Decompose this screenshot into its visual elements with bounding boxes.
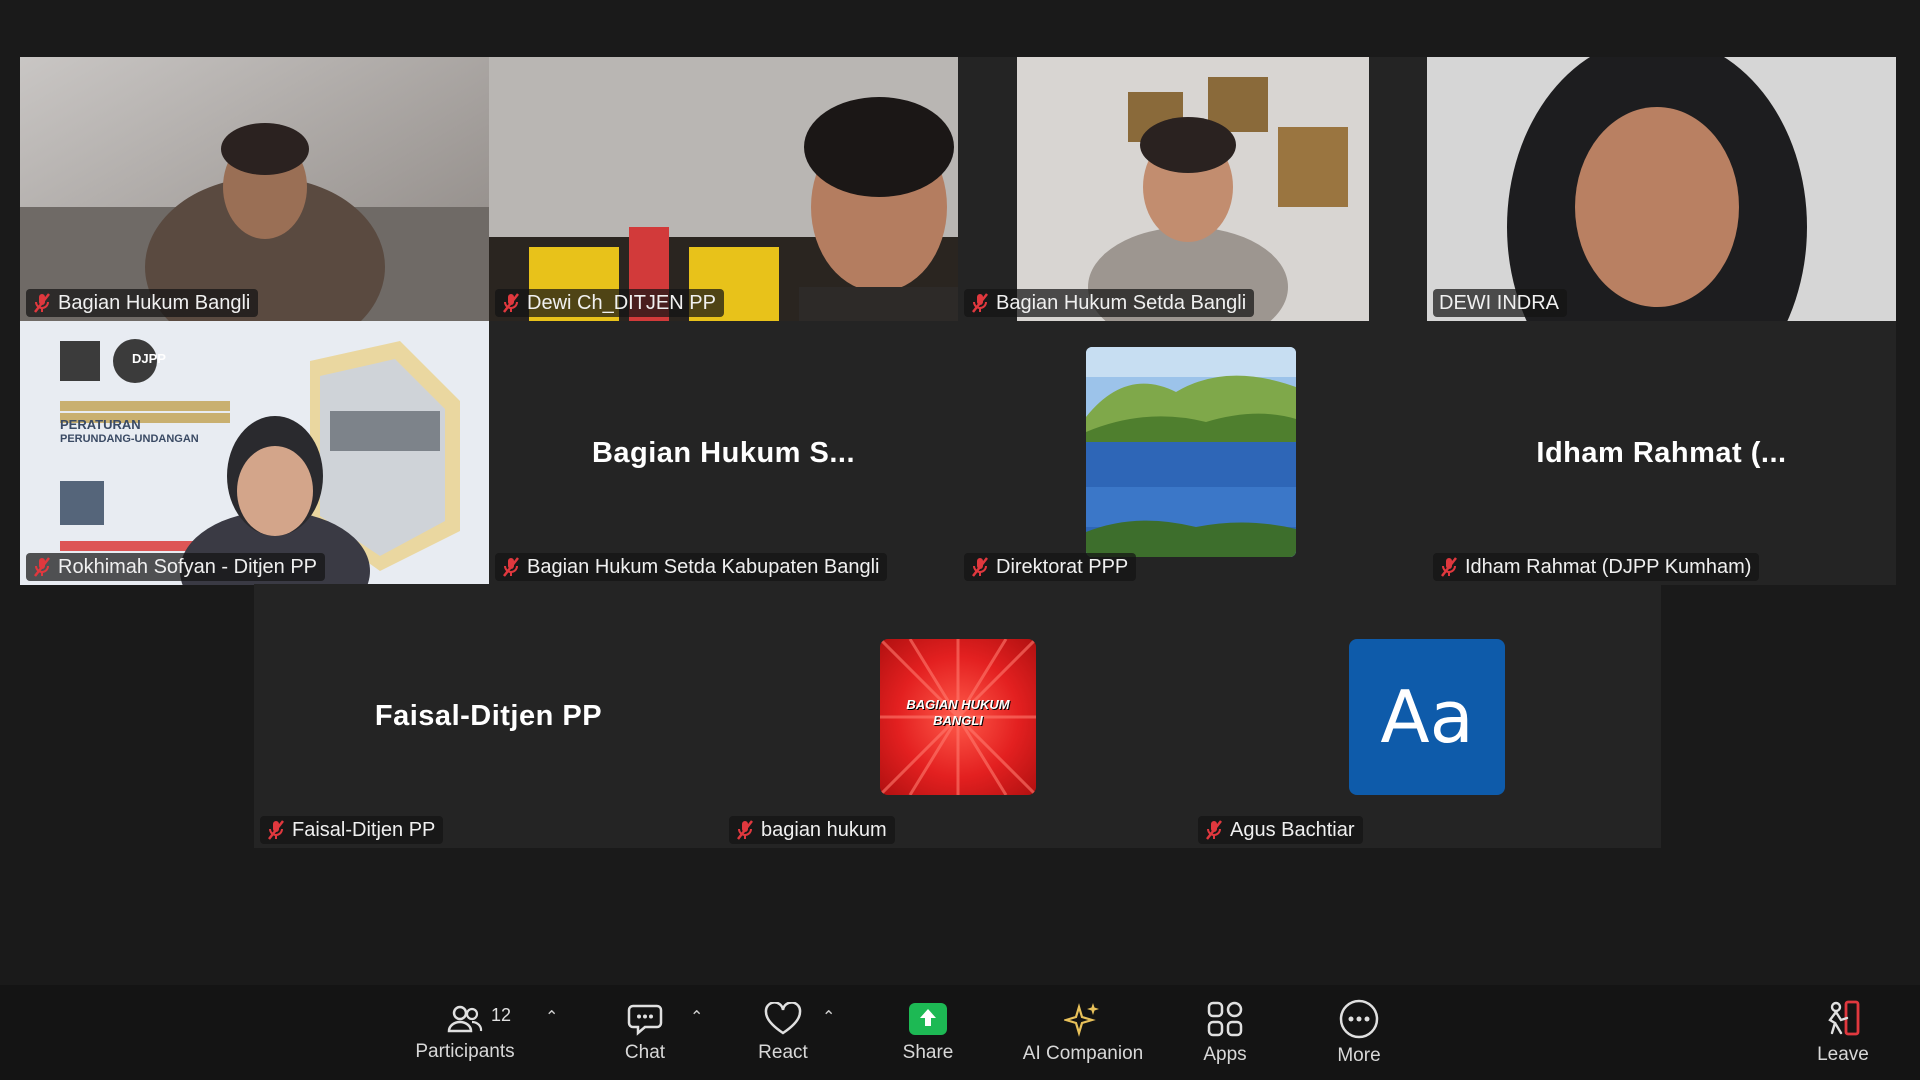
participant-name-tag: Bagian Hukum Setda Bangli <box>964 289 1255 317</box>
share-label: Share <box>902 1041 954 1063</box>
slide-title-line1: PERATURAN <box>60 417 141 432</box>
mic-muted-icon <box>34 557 50 577</box>
chat-icon <box>627 1004 663 1036</box>
participants-caret-icon[interactable]: ⌃ <box>545 1007 558 1027</box>
mic-muted-icon <box>972 293 988 313</box>
chat-caret-icon[interactable]: ⌃ <box>690 1007 703 1027</box>
participant-name-tag: bagian hukum <box>729 816 895 844</box>
slide-logo-text: DJPP <box>132 351 166 366</box>
ai-companion-button[interactable]: AI Companion <box>1013 985 1153 1080</box>
ai-companion-label: AI Companion <box>1022 1042 1144 1064</box>
participant-name: Bagian Hukum Bangli <box>58 291 251 314</box>
participant-name: Direktorat PPP <box>996 555 1129 578</box>
mic-muted-icon <box>34 293 50 313</box>
video-tile[interactable]: Dewi Ch_DITJEN PP <box>489 57 958 321</box>
participant-name: Rokhimah Sofyan - Ditjen PP <box>58 555 318 578</box>
apps-label: Apps <box>1203 1043 1247 1065</box>
profile-avatar: BAGIAN HUKUM BANGLI <box>880 639 1036 795</box>
video-tile-active-speaker[interactable]: DEWI INDRA <box>1427 57 1896 321</box>
meeting-toolbar: Participants 12 ⌃ Chat ⌃ React ⌃ Share A… <box>0 985 1920 1080</box>
avatar-text: Aa <box>1380 675 1474 759</box>
react-label: React <box>758 1041 808 1063</box>
participant-name-tag: Idham Rahmat (DJPP Kumham) <box>1433 553 1760 581</box>
participants-button[interactable]: Participants <box>405 985 525 1080</box>
mic-muted-icon <box>503 293 519 313</box>
react-caret-icon[interactable]: ⌃ <box>822 1007 835 1027</box>
video-feed <box>20 321 489 585</box>
leave-button[interactable]: Leave <box>1800 985 1886 1080</box>
mic-muted-icon <box>268 820 284 840</box>
video-feed <box>958 57 1427 321</box>
video-tile[interactable]: Bagian Hukum Bangli <box>20 57 489 321</box>
chat-button[interactable]: Chat <box>600 985 690 1080</box>
video-tile-no-video[interactable]: Direktorat PPP <box>958 321 1427 585</box>
participant-name-tag: Direktorat PPP <box>964 553 1137 581</box>
participant-display-name: Faisal-Ditjen PP <box>374 699 603 732</box>
more-button[interactable]: More <box>1314 985 1404 1080</box>
profile-photo <box>1086 347 1296 557</box>
participant-name: Agus Bachtiar <box>1230 818 1355 841</box>
participant-name: Faisal-Ditjen PP <box>292 818 436 841</box>
participant-name: Dewi Ch_DITJEN PP <box>527 291 716 314</box>
mic-muted-icon <box>1441 557 1457 577</box>
share-button[interactable]: Share <box>883 985 973 1080</box>
heart-icon <box>764 1001 802 1035</box>
apps-icon <box>1207 1001 1243 1036</box>
participant-name-tag: Rokhimah Sofyan - Ditjen PP <box>26 553 326 581</box>
participants-icon <box>447 1005 483 1032</box>
participant-name-tag: Bagian Hukum Bangli <box>26 289 259 317</box>
share-screen-icon <box>909 1002 947 1035</box>
apps-button[interactable]: Apps <box>1180 985 1270 1080</box>
mic-muted-icon <box>503 557 519 577</box>
mic-muted-icon <box>737 820 753 840</box>
slide-title-line2: PERUNDANG-UNDANGAN <box>60 433 199 445</box>
more-label: More <box>1337 1044 1381 1066</box>
video-tile-no-video[interactable]: Idham Rahmat (... Idham Rahmat (DJPP Kum… <box>1427 321 1896 585</box>
video-tile[interactable]: Bagian Hukum Setda Bangli <box>958 57 1427 321</box>
ai-sparkle-icon <box>1064 1002 1099 1037</box>
participant-name-tag: DEWI INDRA <box>1433 289 1567 317</box>
profile-avatar: Aa <box>1349 639 1505 795</box>
participant-display-name: Idham Rahmat (... <box>1536 436 1787 469</box>
video-feed <box>489 57 958 321</box>
participant-name: DEWI INDRA <box>1439 291 1559 314</box>
leave-label: Leave <box>1817 1043 1869 1065</box>
participant-name: Bagian Hukum Setda Kabupaten Bangli <box>527 555 880 578</box>
chat-label: Chat <box>624 1041 666 1063</box>
more-icon <box>1339 999 1379 1038</box>
participant-name-tag: Agus Bachtiar <box>1198 816 1363 844</box>
landscape-photo <box>1086 347 1296 557</box>
participant-name-tag: Bagian Hukum Setda Kabupaten Bangli <box>495 553 888 581</box>
video-feed <box>20 57 489 321</box>
participants-count: 12 <box>491 1005 512 1025</box>
leave-icon <box>1828 1000 1860 1035</box>
mic-muted-icon <box>972 557 988 577</box>
participant-display-name: Bagian Hukum S... <box>591 436 856 469</box>
participant-name: bagian hukum <box>761 818 887 841</box>
video-tile-no-video[interactable]: BAGIAN HUKUM BANGLI bagian hukum <box>723 584 1192 848</box>
participant-name-tag: Faisal-Ditjen PP <box>260 816 444 844</box>
video-tile-no-video[interactable]: Aa Agus Bachtiar <box>1192 584 1661 848</box>
avatar-text: BAGIAN HUKUM BANGLI <box>906 697 1010 728</box>
participant-name-tag: Dewi Ch_DITJEN PP <box>495 289 724 317</box>
participant-name: Bagian Hukum Setda Bangli <box>996 291 1247 314</box>
video-tile[interactable]: DJPP PERATURAN PERUNDANG-UNDANGAN Rokhim… <box>20 321 489 585</box>
video-tile-no-video[interactable]: Bagian Hukum S... Bagian Hukum Setda Kab… <box>489 321 958 585</box>
video-tile-no-video[interactable]: Faisal-Ditjen PP Faisal-Ditjen PP <box>254 584 723 848</box>
participants-label: Participants <box>415 1040 515 1062</box>
mic-muted-icon <box>1206 820 1222 840</box>
react-button[interactable]: React <box>738 985 828 1080</box>
video-feed <box>1427 57 1896 321</box>
participant-name: Idham Rahmat (DJPP Kumham) <box>1465 555 1752 578</box>
